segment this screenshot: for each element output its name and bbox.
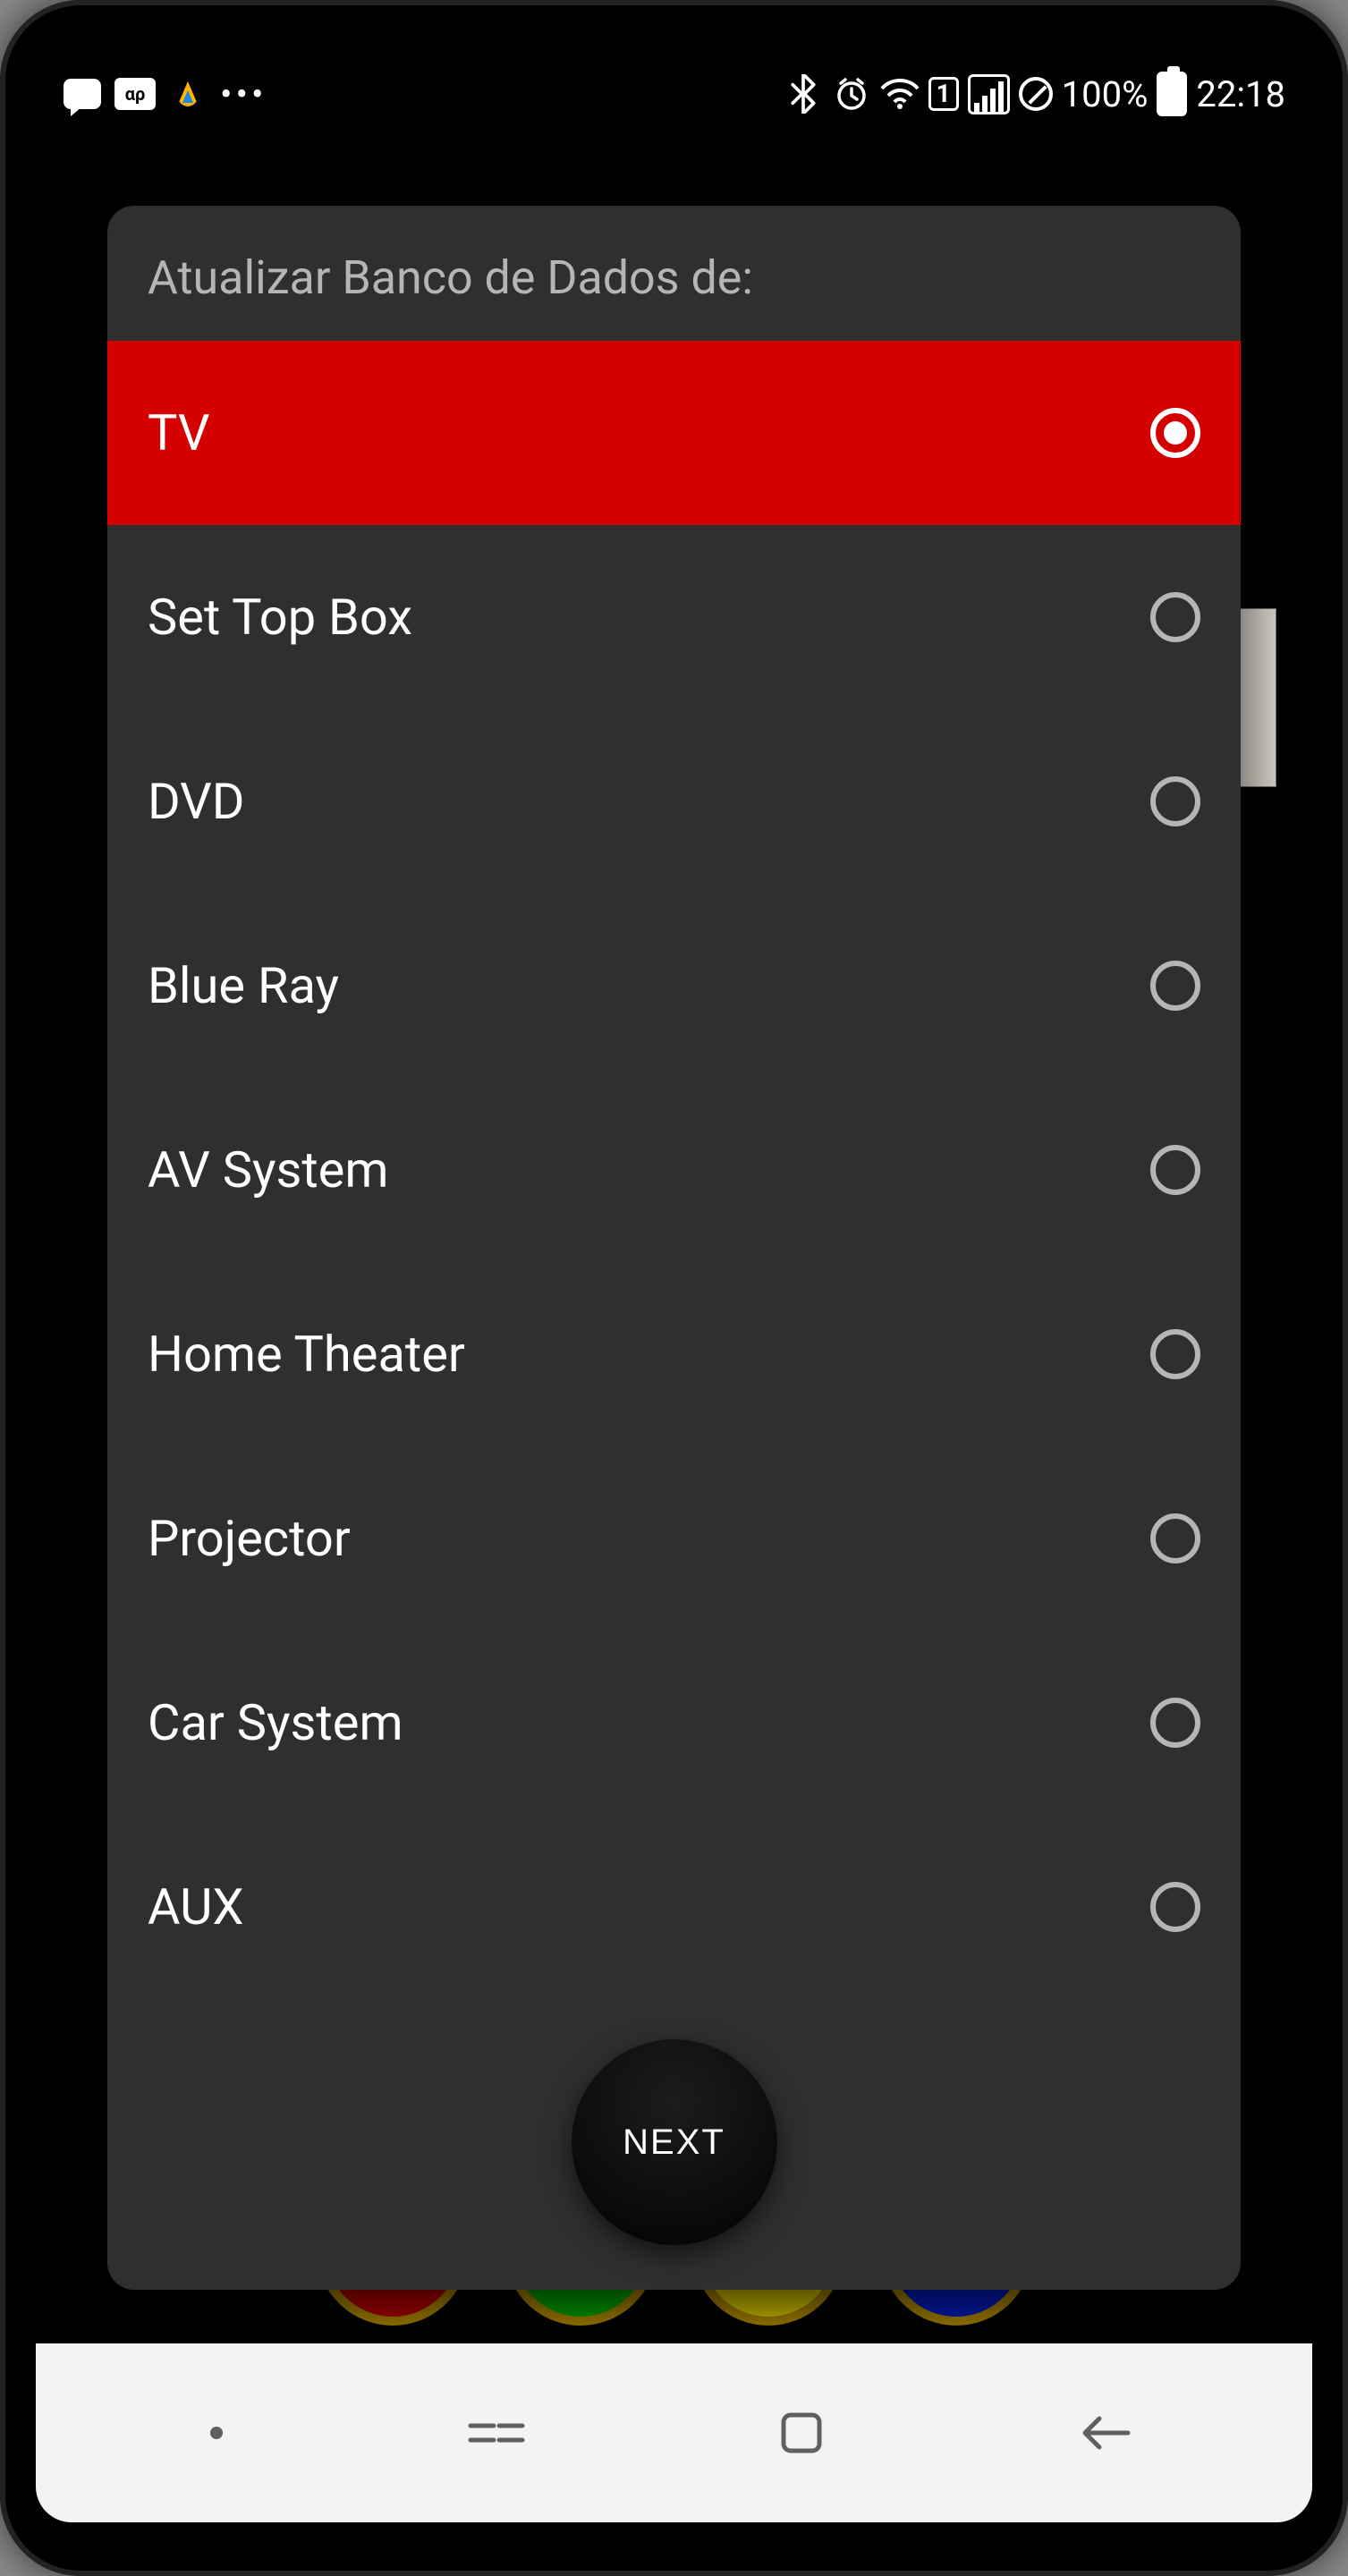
option-home-theater[interactable]: Home Theater	[107, 1262, 1241, 1446]
option-aux[interactable]: AUX	[107, 1815, 1241, 1999]
chat-notification-icon	[63, 76, 102, 112]
signal-icon	[968, 74, 1010, 114]
radio-icon	[1150, 408, 1200, 458]
battery-icon	[1157, 72, 1187, 116]
nav-recents-button[interactable]	[465, 2402, 528, 2464]
option-projector[interactable]: Projector	[107, 1446, 1241, 1631]
option-tv[interactable]: TV	[107, 341, 1241, 525]
option-dvd[interactable]: DVD	[107, 709, 1241, 894]
alarm-icon	[832, 76, 871, 112]
radio-icon	[1150, 1145, 1200, 1195]
radio-icon	[1150, 961, 1200, 1011]
nav-back-button[interactable]	[1075, 2402, 1138, 2464]
radio-icon	[1150, 592, 1200, 642]
option-label: AUX	[148, 1877, 244, 1936]
radio-icon	[1150, 776, 1200, 826]
flame-app-icon	[168, 76, 208, 112]
device-frame: αρ ••• 1 100% 22:18	[0, 0, 1348, 2576]
wifi-icon	[880, 76, 920, 112]
option-label: Projector	[148, 1509, 351, 1568]
screen: αρ ••• 1 100% 22:18	[36, 54, 1312, 2522]
option-car-system[interactable]: Car System	[107, 1631, 1241, 1815]
option-av-system[interactable]: AV System	[107, 1078, 1241, 1262]
battery-text: 100%	[1062, 73, 1149, 115]
option-label: TV	[148, 403, 210, 462]
next-button[interactable]: NEXT	[572, 2039, 777, 2245]
sim-indicator: 1	[928, 77, 959, 111]
radio-icon	[1150, 1698, 1200, 1748]
keyboard-indicator-icon: αρ	[114, 78, 156, 110]
nav-assistant-dot[interactable]	[210, 2427, 223, 2439]
option-label: Set Top Box	[148, 588, 412, 647]
next-button-container: NEXT	[107, 2012, 1241, 2290]
option-label: DVD	[148, 772, 245, 831]
navigation-bar	[36, 2343, 1312, 2522]
radio-icon	[1150, 1513, 1200, 1563]
option-label: Blue Ray	[148, 956, 339, 1015]
update-database-dialog: Atualizar Banco de Dados de: TV Set Top B…	[107, 206, 1241, 2290]
do-not-disturb-icon	[1019, 77, 1053, 111]
option-set-top-box[interactable]: Set Top Box	[107, 525, 1241, 709]
status-bar: αρ ••• 1 100% 22:18	[36, 54, 1312, 134]
radio-icon	[1150, 1329, 1200, 1379]
clock: 22:18	[1196, 73, 1285, 115]
options-list: TV Set Top Box DVD Blue Ray AV System Home Th…	[107, 341, 1241, 2012]
option-label: Car System	[148, 1693, 403, 1752]
option-blue-ray[interactable]: Blue Ray	[107, 894, 1241, 1078]
nav-home-button[interactable]	[770, 2402, 833, 2464]
radio-icon	[1150, 1882, 1200, 1932]
dialog-title: Atualizar Banco de Dados de:	[107, 206, 1241, 341]
option-label: AV System	[148, 1140, 388, 1199]
status-left: αρ •••	[63, 73, 267, 115]
more-icon: •••	[220, 73, 267, 115]
status-right: 1 100% 22:18	[784, 72, 1285, 116]
bluetooth-icon	[784, 76, 823, 112]
option-label: Home Theater	[148, 1325, 465, 1384]
